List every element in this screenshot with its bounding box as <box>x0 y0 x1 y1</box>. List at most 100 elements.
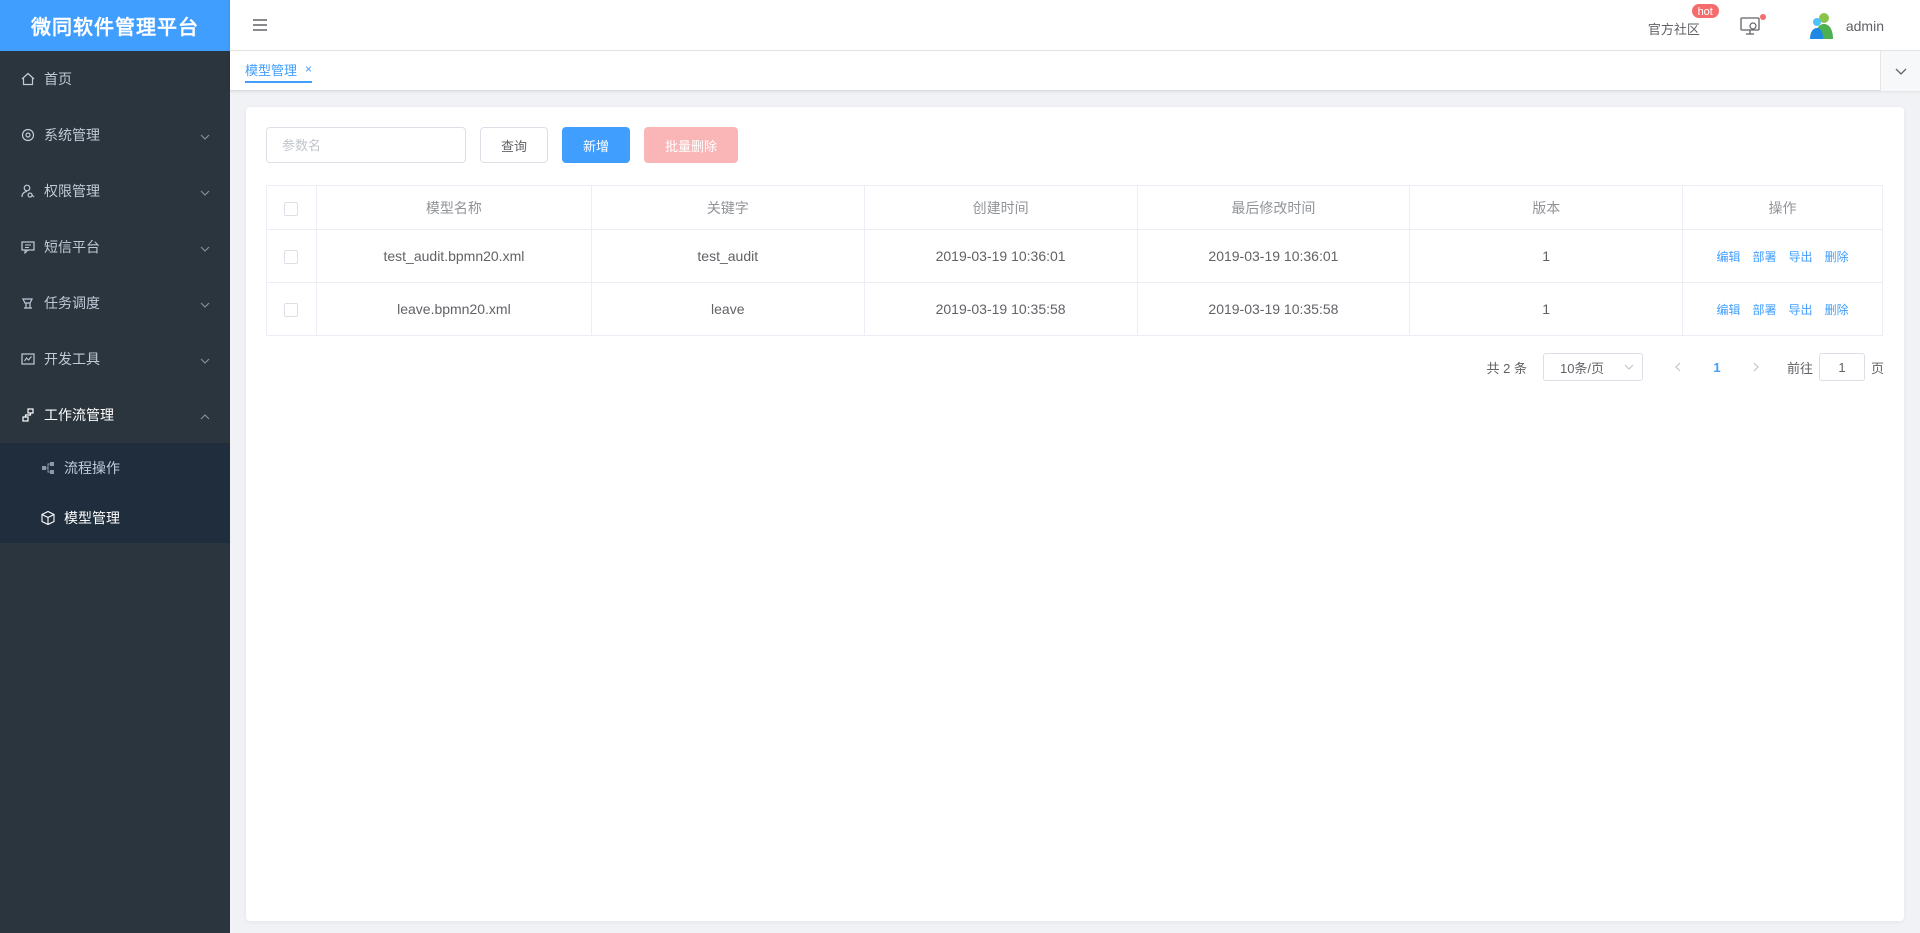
add-button[interactable]: 新增 <box>562 127 631 163</box>
column-header: 模型名称 <box>315 185 592 230</box>
chevron-down-icon <box>1895 68 1906 75</box>
cell-modified: 2019-03-19 10:35:58 <box>1136 282 1411 336</box>
page-jumper: 前往 页 <box>1787 353 1884 381</box>
hot-badge: hot <box>1690 3 1720 19</box>
top-navbar: 官方社区 hot admin <box>230 0 1920 51</box>
cell-key: test_audit <box>590 229 865 283</box>
content-card: 查询 新增 批量删除 模型名称 关键字 创建时间 最后修改时间 版本 操作 te… <box>246 107 1904 921</box>
pagination-total: 共 2 条 <box>1486 360 1527 376</box>
column-header: 最后修改时间 <box>1136 185 1411 230</box>
message-icon <box>20 239 36 255</box>
goto-page-input[interactable] <box>1818 353 1865 381</box>
app-title: 微同软件管理平台 <box>0 0 230 51</box>
export-link[interactable]: 导出 <box>1789 303 1813 317</box>
cell-version: 1 <box>1409 282 1684 336</box>
gear-icon <box>20 127 36 143</box>
home-icon <box>20 71 36 87</box>
sidebar-item-dev-tools[interactable]: 开发工具 <box>0 331 230 387</box>
table-header-row: 模型名称 关键字 创建时间 最后修改时间 版本 操作 <box>266 185 1883 230</box>
notification-dot <box>1759 13 1766 20</box>
permission-icon <box>20 183 36 199</box>
sidebar-item-label: 开发工具 <box>44 351 100 367</box>
user-menu[interactable]: admin <box>1808 11 1884 41</box>
row-select-cell <box>266 282 317 336</box>
avatar <box>1808 11 1836 41</box>
cube-icon <box>40 510 56 526</box>
deploy-link[interactable]: 部署 <box>1753 303 1777 317</box>
row-checkbox[interactable] <box>284 250 299 265</box>
select-all-cell <box>266 185 317 230</box>
model-table: 模型名称 关键字 创建时间 最后修改时间 版本 操作 test_audit.bp… <box>266 185 1883 336</box>
column-header: 版本 <box>1409 185 1684 230</box>
sidebar-subitem-label: 模型管理 <box>64 510 120 526</box>
sidebar-item-label: 任务调度 <box>44 295 100 311</box>
cell-version: 1 <box>1409 229 1684 283</box>
tab-model-management[interactable]: 模型管理 × <box>245 59 313 83</box>
sidebar-item-system[interactable]: 系统管理 <box>0 107 230 163</box>
chevron-down-icon <box>200 241 210 257</box>
tags-dropdown-button[interactable] <box>1880 51 1920 91</box>
sidebar-item-sms[interactable]: 短信平台 <box>0 219 230 275</box>
tab-label: 模型管理 <box>245 62 298 78</box>
sidebar-item-home[interactable]: 首页 <box>0 51 230 107</box>
column-header: 关键字 <box>590 185 865 230</box>
sidebar-item-schedule[interactable]: 任务调度 <box>0 275 230 331</box>
community-link[interactable]: 官方社区 hot <box>1647 3 1720 38</box>
cell-key: leave <box>590 282 865 336</box>
table-row: leave.bpmn20.xml leave 2019-03-19 10:35:… <box>266 282 1883 336</box>
cell-model-name: test_audit.bpmn20.xml <box>315 229 592 283</box>
process-icon <box>40 460 56 476</box>
edit-link[interactable]: 编辑 <box>1717 303 1741 317</box>
chevron-down-icon <box>200 185 210 201</box>
deploy-link[interactable]: 部署 <box>1753 250 1777 264</box>
user-name: admin <box>1845 17 1884 34</box>
edit-link[interactable]: 编辑 <box>1717 250 1741 264</box>
chevron-down-icon <box>1624 364 1634 370</box>
next-page-button[interactable] <box>1741 353 1771 381</box>
sidebar: 微同软件管理平台 首页 系统管理 权限管理 短信平台 任务调度 开发工具 工作流… <box>0 0 230 933</box>
column-header: 操作 <box>1682 185 1883 230</box>
row-checkbox[interactable] <box>284 303 299 318</box>
chevron-left-icon <box>1675 362 1681 372</box>
close-icon[interactable]: × <box>305 62 312 76</box>
monitor-settings-icon[interactable] <box>1740 13 1766 36</box>
toolbar: 查询 新增 批量删除 <box>266 127 739 163</box>
page-size-value: 10条/页 <box>1559 360 1605 376</box>
chevron-down-icon <box>200 129 210 145</box>
pagination: 共 2 条 10条/页 1 前往 页 <box>1486 353 1884 381</box>
goto-suffix: 页 <box>1870 360 1884 376</box>
community-label: 官方社区 <box>1647 22 1700 37</box>
export-link[interactable]: 导出 <box>1789 250 1813 264</box>
cell-created: 2019-03-19 10:35:58 <box>863 282 1138 336</box>
sidebar-subitem-model[interactable]: 模型管理 <box>0 493 230 543</box>
sidebar-item-workflow[interactable]: 工作流管理 <box>0 387 230 443</box>
sidebar-subitem-label: 流程操作 <box>64 460 120 476</box>
sidebar-item-label: 系统管理 <box>44 127 100 143</box>
dev-tools-icon <box>20 351 36 367</box>
cell-model-name: leave.bpmn20.xml <box>315 282 592 336</box>
sidebar-item-label: 短信平台 <box>44 239 100 255</box>
sidebar-item-label: 权限管理 <box>44 183 100 199</box>
select-all-checkbox[interactable] <box>284 201 299 216</box>
cell-modified: 2019-03-19 10:36:01 <box>1136 229 1411 283</box>
chevron-down-icon <box>200 353 210 369</box>
delete-link[interactable]: 删除 <box>1825 303 1849 317</box>
sidebar-subitem-process[interactable]: 流程操作 <box>0 443 230 493</box>
page-size-select[interactable]: 10条/页 <box>1542 353 1643 381</box>
batch-delete-button[interactable]: 批量删除 <box>644 127 739 163</box>
schedule-icon <box>20 295 36 311</box>
sidebar-item-permission[interactable]: 权限管理 <box>0 163 230 219</box>
cell-created: 2019-03-19 10:36:01 <box>863 229 1138 283</box>
tags-view: 模型管理 × <box>230 51 1920 91</box>
chevron-down-icon <box>200 297 210 313</box>
delete-link[interactable]: 删除 <box>1825 250 1849 264</box>
cell-actions: 编辑 部署 导出 删除 <box>1682 229 1883 283</box>
prev-page-button[interactable] <box>1663 353 1693 381</box>
workflow-icon <box>20 407 36 423</box>
hamburger-icon[interactable] <box>252 17 268 33</box>
sidebar-item-label: 首页 <box>44 71 72 87</box>
search-input[interactable] <box>266 127 466 163</box>
sidebar-item-label: 工作流管理 <box>44 407 114 423</box>
query-button[interactable]: 查询 <box>480 127 549 163</box>
page-number[interactable]: 1 <box>1693 360 1741 375</box>
